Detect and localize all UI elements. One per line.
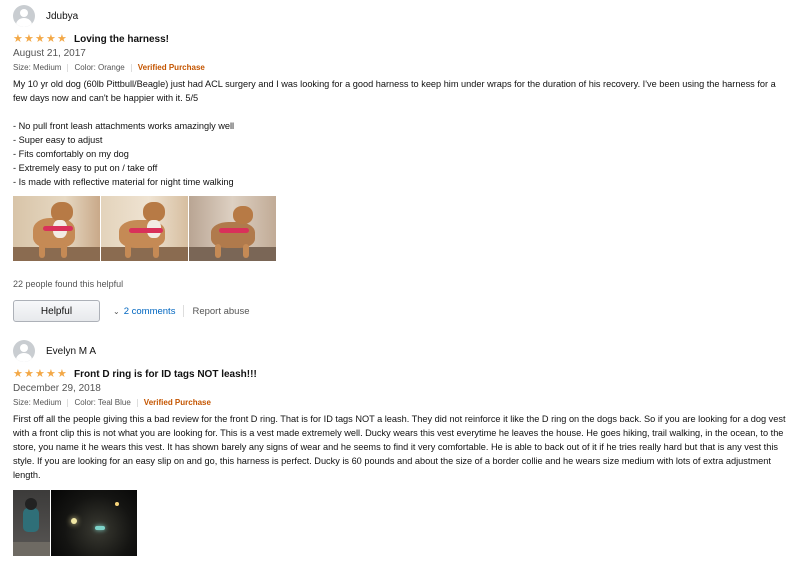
review-image-thumbnail[interactable]: [13, 490, 50, 556]
review-body-text: First off all the people giving this a b…: [13, 414, 786, 480]
review-image-thumbnail[interactable]: [189, 196, 276, 261]
color-option[interactable]: Color: Teal Blue: [74, 398, 130, 407]
review-date: December 29, 2018: [13, 383, 101, 394]
review: Jdubya ★ ★ ★ ★ ★ Loving the harness! Aug…: [13, 5, 788, 322]
review-bullet-list: - No pull front leash attachments works …: [13, 119, 788, 189]
list-item: - Extremely easy to put on / take off: [13, 163, 158, 173]
reviewer-name[interactable]: Jdubya: [46, 11, 78, 22]
verified-purchase-badge: Verified Purchase: [143, 398, 211, 407]
list-item: - Super easy to adjust: [13, 135, 103, 145]
star-icon: ★: [24, 368, 34, 380]
review-body: First off all the people giving this a b…: [13, 412, 788, 482]
star-icon: ★: [13, 368, 23, 380]
divider: [136, 398, 138, 407]
verified-purchase-badge: Verified Purchase: [137, 63, 205, 72]
color-option[interactable]: Color: Orange: [74, 63, 124, 72]
star-icon: ★: [35, 33, 45, 45]
report-abuse-link[interactable]: Report abuse: [192, 306, 249, 317]
review-image-thumbnail[interactable]: [101, 196, 188, 261]
list-item: - Fits comfortably on my dog: [13, 149, 129, 159]
star-icon: ★: [35, 368, 45, 380]
star-icon: ★: [13, 33, 23, 45]
list-item: - No pull front leash attachments works …: [13, 121, 235, 131]
list-item: - Is made with reflective material for n…: [13, 177, 234, 187]
star-rating[interactable]: ★ ★ ★ ★ ★: [13, 369, 68, 380]
helpful-count: 22 people found this helpful: [13, 279, 124, 289]
avatar[interactable]: [13, 340, 35, 362]
size-option[interactable]: Size: Medium: [13, 398, 61, 407]
comments-link[interactable]: 2 comments: [124, 306, 176, 317]
reviewer-name[interactable]: Evelyn M A: [46, 346, 96, 357]
divider: [67, 63, 69, 72]
star-rating[interactable]: ★ ★ ★ ★ ★: [13, 34, 68, 45]
review-image-thumbnail[interactable]: [51, 490, 137, 556]
reviewer-profile[interactable]: Jdubya: [13, 5, 788, 27]
review-body-text: My 10 yr old dog (60lb Pittbull/Beagle) …: [13, 79, 776, 103]
review-title[interactable]: Front D ring is for ID tags NOT leash!!!: [74, 369, 257, 380]
divider: [67, 398, 69, 407]
divider: [130, 63, 132, 72]
reviewer-profile[interactable]: Evelyn M A: [13, 340, 788, 362]
star-icon: ★: [24, 33, 34, 45]
star-icon: ★: [46, 368, 56, 380]
comments-toggle[interactable]: ⌄ 2 comments: [113, 306, 175, 317]
chevron-down-icon: ⌄: [113, 306, 120, 316]
avatar[interactable]: [13, 5, 35, 27]
star-icon: ★: [57, 368, 67, 380]
review-image-thumbnail[interactable]: [13, 196, 100, 261]
review-date: August 21, 2017: [13, 48, 86, 59]
size-option[interactable]: Size: Medium: [13, 63, 61, 72]
review-images: [13, 196, 788, 261]
review: Evelyn M A ★ ★ ★ ★ ★ Front D ring is for…: [13, 340, 788, 556]
review-images: [13, 490, 788, 556]
helpful-button[interactable]: Helpful: [13, 300, 100, 322]
review-title[interactable]: Loving the harness!: [74, 34, 169, 45]
star-icon: ★: [57, 33, 67, 45]
star-icon: ★: [46, 33, 56, 45]
divider: [183, 305, 185, 317]
review-body: My 10 yr old dog (60lb Pittbull/Beagle) …: [13, 77, 788, 189]
